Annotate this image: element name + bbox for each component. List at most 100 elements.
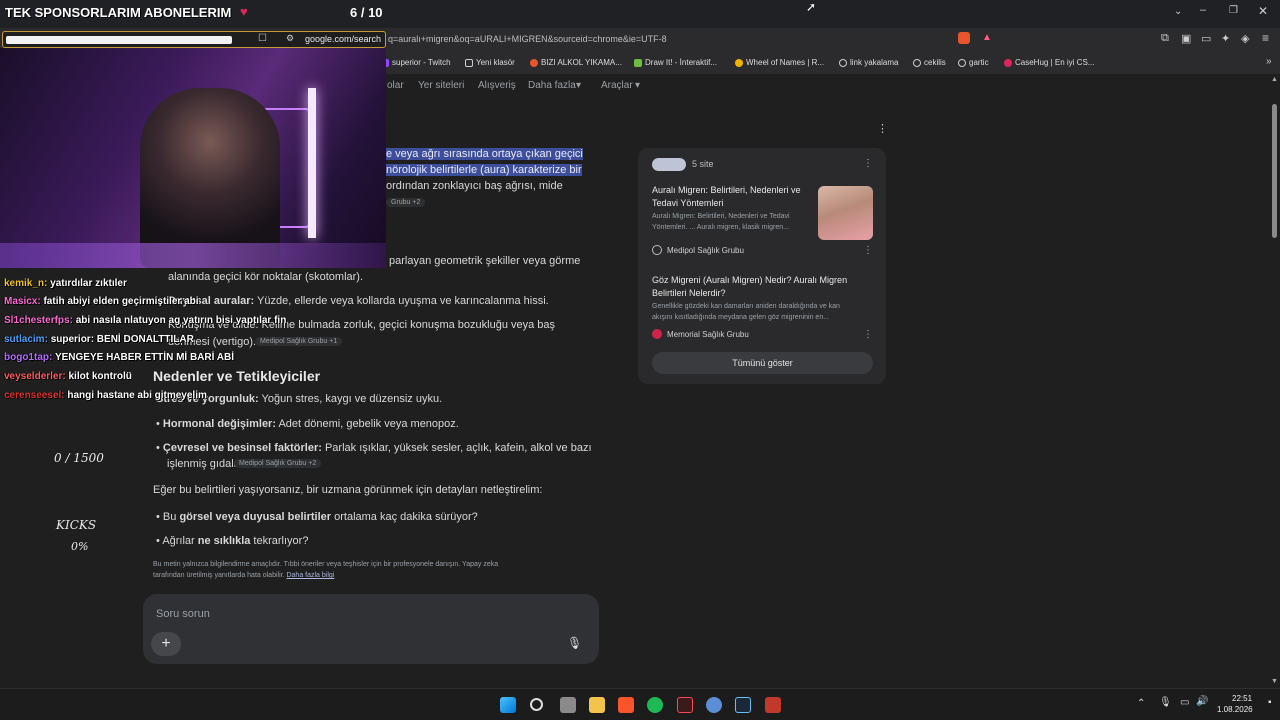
brave-shield-icon[interactable] <box>958 32 970 44</box>
notifications-icon[interactable]: ▪ <box>1268 697 1272 708</box>
ask-input-box[interactable]: Soru sorun + 🎙 <box>143 594 599 664</box>
visual-aura-text: parlayan geometrik şekiller veya görme <box>389 255 581 267</box>
source-title[interactable]: Tedavi Yöntemleri <box>652 198 723 208</box>
chat-message: cerenseesel: hangi hastane abi gitmeyeli… <box>4 390 207 401</box>
trigger-item: • Çevresel ve besinsel faktörler: Parlak… <box>156 442 592 454</box>
medipol-icon <box>652 245 662 255</box>
disclaimer-text: tarafından üretilmiş yanıtlarda hata ola… <box>153 572 335 579</box>
search-icon[interactable] <box>530 698 543 711</box>
show-all-button[interactable]: Tümünü göster <box>652 352 873 374</box>
source-snippet: Auralı Migren: Belirtileri, Nedenleri ve… <box>652 213 790 220</box>
maximize-button[interactable]: ❐ <box>1229 5 1238 16</box>
task-view-icon[interactable] <box>560 697 576 713</box>
casehug-icon <box>1004 58 1012 67</box>
more-icon[interactable]: ⋮ <box>863 245 873 256</box>
source-chip[interactable]: Medipol Sağlık Grubu +2 <box>234 459 322 468</box>
volume-icon[interactable]: 🔊 <box>1196 696 1208 707</box>
source-chip[interactable]: Medipol Sağlık Grubu +1 <box>255 337 343 346</box>
bookmark-item[interactable]: gartic <box>958 58 989 67</box>
bookmark-item[interactable]: BIZI ALKOL YIKAMA... <box>530 58 622 67</box>
more-icon[interactable]: ⋮ <box>863 329 873 340</box>
trigger-item: • Hormonal değişimler: Adet dönemi, gebe… <box>156 418 459 430</box>
spotify-icon[interactable] <box>647 697 663 713</box>
desk-light <box>0 243 386 268</box>
microphone-icon[interactable]: 🎙 <box>1159 697 1172 708</box>
source-title[interactable]: Belirtileri Nelerdir? <box>652 288 726 298</box>
followup-question: • Ağrılar ne sıklıkla tekrarlıyor? <box>156 535 309 547</box>
chat-user: bogo1tap: <box>4 352 53 363</box>
scrollbar-thumb[interactable] <box>1272 104 1277 238</box>
clock-time[interactable]: 22:51 <box>1232 694 1252 703</box>
chat-text: hangi hastane abi gitmeyelim <box>67 390 207 401</box>
chat-message: veyselderler: kilot kontrolü <box>4 371 132 382</box>
extensions-icon[interactable]: ⧉ <box>1161 32 1169 45</box>
steam-icon[interactable] <box>735 697 751 713</box>
tab-tools[interactable]: Araçlar <box>601 80 633 91</box>
brave-browser-icon[interactable] <box>618 697 634 713</box>
overlay-counter: 6 / 10 <box>350 5 383 20</box>
tab-more[interactable]: Daha fazla <box>528 80 576 91</box>
bookmark-item[interactable]: Wheel of Names | R... <box>735 58 824 67</box>
source-title[interactable]: Göz Migreni (Auralı Migren) Nedir? Aural… <box>652 275 847 285</box>
bookmark-item[interactable]: Draw It! - İnteraktif... <box>634 58 717 67</box>
scroll-down-icon[interactable]: ▼ <box>1271 678 1278 685</box>
chat-text: YENGEYE HABER ETTİN Mİ BARİ ABİ <box>54 352 235 363</box>
sidebar-icon[interactable]: ▣ <box>1181 32 1191 45</box>
overview-more-icon[interactable]: ⋮ <box>877 122 888 135</box>
bookmarks-overflow-icon[interactable]: » <box>1266 56 1272 67</box>
wallet-icon[interactable]: ▭ <box>1201 32 1211 45</box>
globe-icon <box>913 58 921 67</box>
scroll-up-icon[interactable]: ▲ <box>1271 76 1278 83</box>
kick-app-icon[interactable] <box>765 697 781 713</box>
chevron-down-icon[interactable]: ⌄ <box>1174 6 1182 17</box>
bookmark-item[interactable]: cekilis <box>913 58 946 67</box>
add-button[interactable]: + <box>151 632 181 656</box>
url-query: q=auralı+migren&oq=aURALI+MIGREN&sourcei… <box>388 34 667 44</box>
menu-icon[interactable]: ≡ <box>1262 31 1269 45</box>
learn-more-link[interactable]: Daha fazla bilgi <box>286 572 334 579</box>
vpn-icon[interactable]: ◈ <box>1241 32 1249 45</box>
source-name: Memorial Sağlık Grubu <box>667 330 749 339</box>
valorant-icon[interactable] <box>677 697 693 713</box>
leo-ai-icon[interactable]: ✦ <box>1221 32 1230 45</box>
overview-line-highlight: e veya ağrı sırasında ortaya çıkan geçic… <box>386 148 583 160</box>
bookmark-item[interactable]: CaseHug | En iyi CS... <box>1004 58 1094 67</box>
chat-message: Sl1chesterfps: abi nasıla nlatuyon ag ya… <box>4 315 286 326</box>
followup-question: • Bu görsel veya duyusal belirtiler orta… <box>156 511 478 523</box>
source-chip[interactable]: Grubu +2 <box>386 198 426 207</box>
tray-overflow-icon[interactable]: ⌃ <box>1137 698 1145 709</box>
fire-icon <box>530 58 538 67</box>
url-redaction-bar <box>6 36 232 44</box>
kicks-label: KICKS <box>56 518 97 532</box>
chat-user: Sl1chesterfps: <box>4 315 73 326</box>
source-snippet: Genellikle gözdeki kan damarları aniden … <box>652 303 840 310</box>
app-icon[interactable] <box>706 697 722 713</box>
bookmark-item[interactable]: link yakalama <box>839 58 898 67</box>
minimize-button[interactable]: – <box>1200 4 1206 16</box>
goal-counter: 0 / 1500 <box>54 451 104 465</box>
tab-places[interactable]: Yer siteleri <box>418 80 464 91</box>
bookmark-icon[interactable]: ☐ <box>258 33 267 44</box>
chat-user: kemik_n: <box>4 278 48 289</box>
bookmark-item[interactable]: superior - Twitch <box>381 58 451 67</box>
chat-user: sutlacim: <box>4 334 48 345</box>
microphone-icon[interactable]: 🎙 <box>567 636 582 650</box>
tab-shopping[interactable]: Alışveriş <box>478 80 516 91</box>
globe-icon <box>958 58 966 67</box>
source-thumbnail[interactable] <box>818 186 873 240</box>
network-icon[interactable]: ▭ <box>1180 697 1189 708</box>
windows-start-icon[interactable] <box>500 697 516 713</box>
rewards-icon[interactable]: ▲ <box>982 32 992 43</box>
tab-images[interactable]: olar <box>387 80 404 91</box>
more-icon[interactable]: ⋮ <box>863 158 873 169</box>
memorial-icon <box>652 329 662 339</box>
pencil-icon <box>634 58 642 67</box>
bookmark-item[interactable]: Yeni klasör <box>465 58 515 67</box>
source-title[interactable]: Auralı Migren: Belirtileri, Nedenleri ve <box>652 185 801 195</box>
file-explorer-icon[interactable] <box>589 697 605 713</box>
site-settings-icon[interactable]: ⚙ <box>286 33 294 44</box>
chat-text: abi nasıla nlatuyon ag yatırın bisi yapt… <box>75 315 287 326</box>
streamer-figure <box>140 88 280 268</box>
clock-date[interactable]: 1.08.2026 <box>1217 705 1253 714</box>
close-button[interactable]: ✕ <box>1258 4 1268 18</box>
